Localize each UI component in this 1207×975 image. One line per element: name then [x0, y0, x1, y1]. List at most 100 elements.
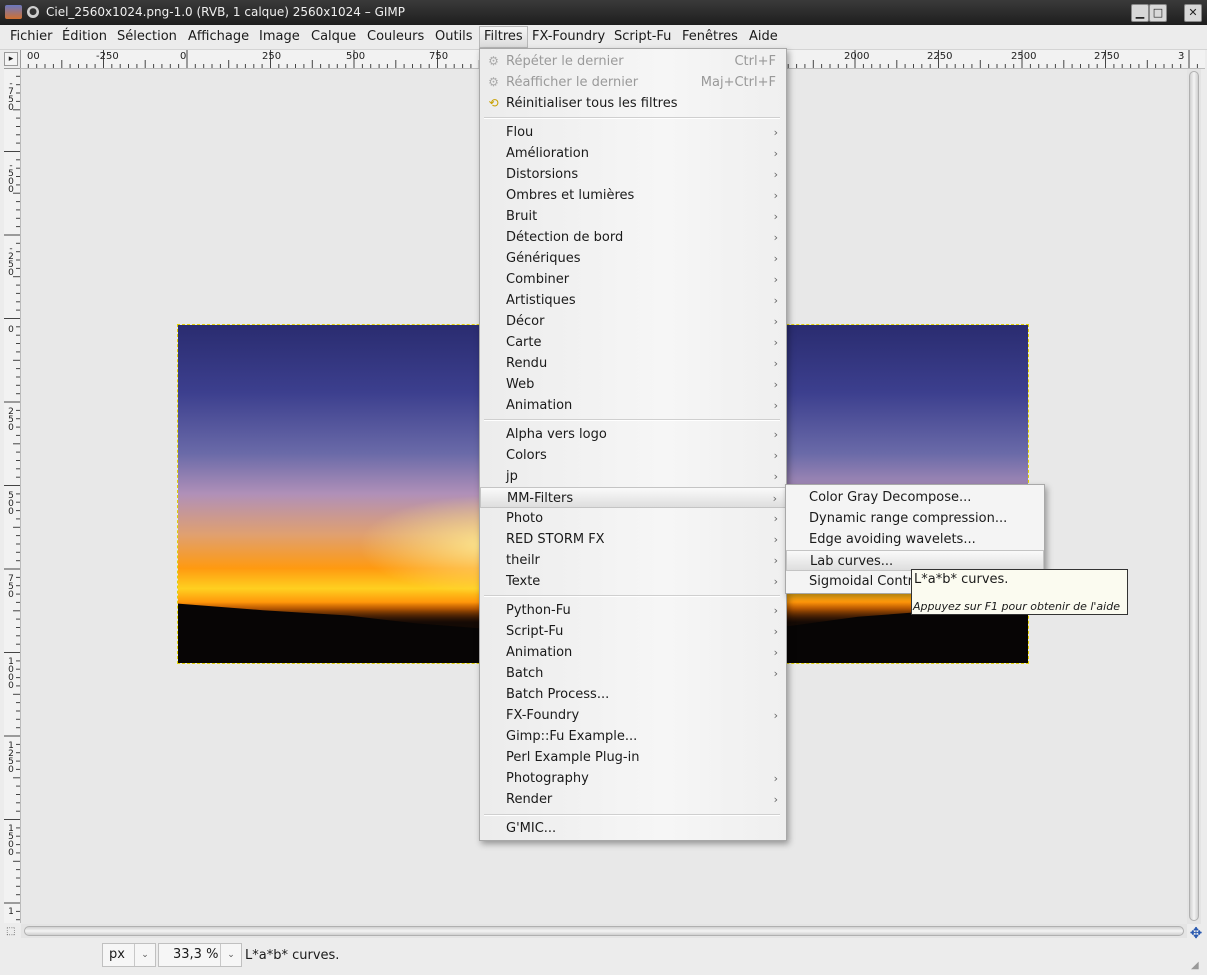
menu-fenetres[interactable]: Fenêtres: [678, 28, 742, 46]
ruler-label: 0: [8, 325, 14, 335]
vertical-ruler[interactable]: - 7 5 0 - 5 0 0 - 2 5 0 0 2 5 0 5 0 0 7 …: [4, 68, 21, 923]
menu-item-label: Sigmoidal Contr: [809, 574, 914, 589]
vertical-scrollbar[interactable]: [1187, 69, 1201, 924]
submenu-arrow-icon: ›: [773, 793, 778, 806]
menu-outils[interactable]: Outils: [431, 28, 477, 46]
menu-item-lab-curves[interactable]: Lab curves...: [786, 550, 1044, 571]
menu-affichage[interactable]: Affichage: [184, 28, 253, 46]
menu-item-colors[interactable]: Colors ›: [480, 445, 786, 466]
menu-item-label: Combiner: [506, 272, 570, 287]
menu-item-distorsions[interactable]: Distorsions ›: [480, 164, 786, 185]
zoom-toggle-icon[interactable]: ⬚: [6, 926, 18, 938]
shortcut-label: Maj+Ctrl+F: [700, 75, 776, 90]
menu-item-bruit[interactable]: Bruit ›: [480, 206, 786, 227]
unit-selector[interactable]: px ⌄: [102, 943, 156, 967]
scroll-thumb[interactable]: [24, 926, 1184, 936]
submenu-arrow-icon: ›: [773, 189, 778, 202]
submenu-arrow-icon: ›: [773, 273, 778, 286]
ruler-label: 1 2 5 0: [8, 741, 14, 775]
menu-item-mm-filters[interactable]: MM-Filters ›: [480, 487, 786, 508]
menu-item-combiner[interactable]: Combiner ›: [480, 269, 786, 290]
menu-item-jp[interactable]: jp ›: [480, 466, 786, 487]
ruler-label: - 2 5 0: [8, 244, 14, 278]
menu-item-reset-filters[interactable]: ⟲ Réinitialiser tous les filtres: [480, 93, 786, 114]
resize-grip-icon[interactable]: ◢: [1191, 960, 1203, 972]
menu-item-reshow-last[interactable]: ⚙ Réafficher le dernier Maj+Ctrl+F: [480, 72, 786, 93]
zoom-selector[interactable]: 33,3 % ⌄: [158, 943, 242, 967]
menu-item-flou[interactable]: Flou ›: [480, 122, 786, 143]
close-button[interactable]: ✕: [1184, 4, 1202, 22]
gimp-app-icon[interactable]: [5, 5, 22, 19]
menu-item-amelioration[interactable]: Amélioration ›: [480, 143, 786, 164]
menu-item-carte[interactable]: Carte ›: [480, 332, 786, 353]
menu-item-edge-avoiding-wavelets[interactable]: Edge avoiding wavelets...: [786, 529, 1044, 550]
menu-item-python-fu[interactable]: Python-Fu ›: [480, 600, 786, 621]
zoom-value: 33,3 %: [173, 947, 219, 962]
menu-item-batch[interactable]: Batch ›: [480, 663, 786, 684]
menu-item-label: G'MIC...: [506, 821, 557, 836]
submenu-arrow-icon: ›: [773, 378, 778, 391]
menu-item-dynamic-range-compression[interactable]: Dynamic range compression...: [786, 508, 1044, 529]
menu-item-photography[interactable]: Photography ›: [480, 768, 786, 789]
menu-fichier[interactable]: Fichier: [6, 28, 57, 46]
menu-script-fu[interactable]: Script-Fu: [610, 28, 675, 46]
quick-mask-corner-button[interactable]: ▸: [4, 52, 18, 66]
menu-item-gimp-fu-example[interactable]: Gimp::Fu Example...: [480, 726, 786, 747]
ruler-label: 0: [180, 51, 187, 62]
scroll-thumb[interactable]: [1189, 71, 1199, 921]
menu-item-perl-example-plug-in[interactable]: Perl Example Plug-in: [480, 747, 786, 768]
menu-item-label: Animation: [506, 645, 573, 660]
menu-item-label: Photo: [506, 511, 544, 526]
navigate-icon[interactable]: ✥: [1188, 925, 1204, 941]
menu-item-texte[interactable]: Texte ›: [480, 571, 786, 592]
menu-edition[interactable]: Édition: [58, 28, 111, 46]
ruler-label: 3: [1178, 51, 1185, 62]
menu-item-label: Edge avoiding wavelets...: [809, 532, 976, 547]
submenu-arrow-icon: ›: [773, 231, 778, 244]
tooltip: L*a*b* curves. Appuyez sur F1 pour obten…: [911, 569, 1128, 615]
menu-filtres[interactable]: Filtres: [479, 26, 528, 48]
menu-item-g-mic[interactable]: G'MIC...: [480, 818, 786, 839]
menu-item-photo[interactable]: Photo ›: [480, 508, 786, 529]
menu-image[interactable]: Image: [255, 28, 304, 46]
maximize-button[interactable]: □: [1149, 4, 1167, 22]
menu-item-alpha-vers-logo[interactable]: Alpha vers logo ›: [480, 424, 786, 445]
menu-item-generiques[interactable]: Génériques ›: [480, 248, 786, 269]
minimize-button[interactable]: ▁: [1131, 4, 1149, 22]
menu-item-red-storm-fx[interactable]: RED STORM FX ›: [480, 529, 786, 550]
menu-item-label: Répéter le dernier: [506, 54, 624, 69]
menu-item-label: FX-Foundry: [506, 708, 580, 723]
chevron-down-icon[interactable]: ⌄: [134, 944, 155, 966]
menu-item-script-fu[interactable]: Script-Fu ›: [480, 621, 786, 642]
window-title: Ciel_2560x1024.png-1.0 (RVB, 1 calque) 2…: [46, 5, 405, 19]
menu-item-label: MM-Filters: [507, 491, 574, 506]
menu-item-ombres-et-lumieres[interactable]: Ombres et lumières ›: [480, 185, 786, 206]
menu-item-label: Script-Fu: [506, 624, 564, 639]
menu-calque[interactable]: Calque: [307, 28, 360, 46]
menu-item-animation[interactable]: Animation ›: [480, 642, 786, 663]
menu-item-fx-foundry[interactable]: FX-Foundry ›: [480, 705, 786, 726]
chevron-down-icon[interactable]: ⌄: [220, 944, 241, 966]
menu-fx-foundry[interactable]: FX-Foundry: [528, 28, 609, 46]
pin-icon[interactable]: ●: [27, 6, 39, 18]
menu-item-animation[interactable]: Animation ›: [480, 395, 786, 416]
menu-item-rendu[interactable]: Rendu ›: [480, 353, 786, 374]
menu-item-render[interactable]: Render ›: [480, 789, 786, 810]
menu-item-detection-de-bord[interactable]: Détection de bord ›: [480, 227, 786, 248]
submenu-arrow-icon: ›: [773, 709, 778, 722]
menu-item-label: Flou: [506, 125, 534, 140]
menu-item-theilr[interactable]: theilr ›: [480, 550, 786, 571]
menu-selection[interactable]: Sélection: [113, 28, 181, 46]
menu-item-web[interactable]: Web ›: [480, 374, 786, 395]
menu-item-decor[interactable]: Décor ›: [480, 311, 786, 332]
menu-item-label: Colors: [506, 448, 547, 463]
reshow-icon: ⚙: [488, 75, 499, 89]
menu-aide[interactable]: Aide: [745, 28, 782, 46]
menu-item-repeat-last[interactable]: ⚙ Répéter le dernier Ctrl+F: [480, 51, 786, 72]
menu-item-color-gray-decompose[interactable]: Color Gray Decompose...: [786, 487, 1044, 508]
menu-couleurs[interactable]: Couleurs: [363, 28, 428, 46]
menu-item-artistiques[interactable]: Artistiques ›: [480, 290, 786, 311]
horizontal-scrollbar[interactable]: [21, 924, 1187, 938]
menu-item-batch-process[interactable]: Batch Process...: [480, 684, 786, 705]
menu-item-label: Bruit: [506, 209, 538, 224]
